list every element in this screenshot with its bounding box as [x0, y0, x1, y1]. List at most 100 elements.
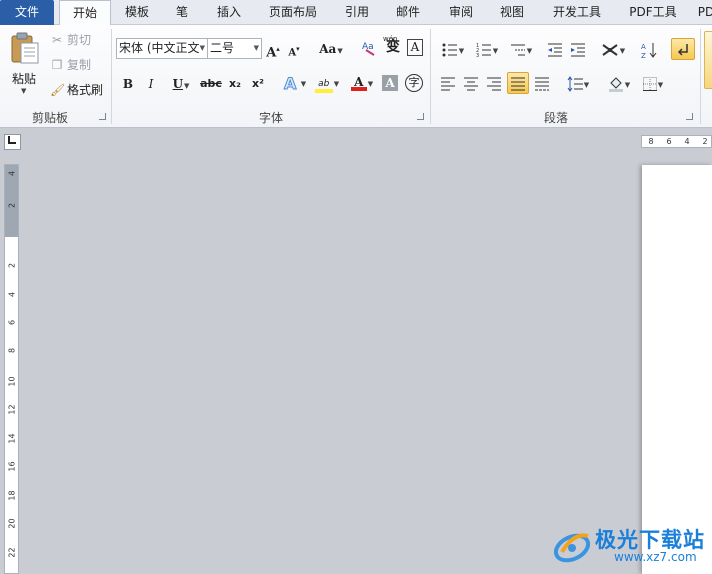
text-effects-button[interactable]: A ▼ — [279, 72, 309, 93]
group-divider — [700, 29, 701, 124]
tab-pdf-tools[interactable]: PDF工具 — [622, 0, 684, 25]
font-color-button[interactable]: A ▼ — [346, 72, 378, 92]
numbering-button[interactable]: 1 2 3 ▼ — [472, 39, 502, 59]
font-name-select[interactable]: 宋体 (中文正文 ▼ — [116, 38, 208, 59]
align-center-icon — [464, 77, 478, 90]
tab-view[interactable]: 视图 — [491, 0, 533, 25]
align-center-button[interactable] — [461, 73, 481, 93]
align-left-icon — [441, 77, 455, 90]
increase-indent-button[interactable] — [568, 39, 588, 59]
tab-references[interactable]: 引用 — [336, 0, 378, 25]
tab-pen[interactable]: 笔 — [166, 0, 198, 25]
tab-home[interactable]: 开始 — [59, 0, 111, 26]
character-shading-button[interactable]: A — [382, 75, 398, 91]
tab-developer[interactable]: 开发工具 — [544, 0, 610, 25]
clear-formatting-icon: Aa — [362, 42, 375, 56]
grow-font-icon: A — [266, 45, 277, 61]
chevron-down-icon: ▼ — [333, 80, 340, 88]
ruler-tick: 22 — [7, 547, 17, 558]
paste-button[interactable]: 粘贴 ▼ — [4, 29, 44, 99]
svg-text:A: A — [641, 43, 646, 51]
tab-template[interactable]: 模板 — [115, 0, 159, 25]
font-color-swatch — [350, 87, 367, 91]
align-left-button[interactable] — [438, 73, 458, 93]
strikethrough-button[interactable]: abc — [200, 74, 222, 94]
phonetic-guide-button[interactable]: wén 变 — [383, 35, 403, 57]
ruler-tick: 10 — [7, 376, 17, 387]
ruler-tick: 4 — [684, 137, 690, 146]
tab-insert[interactable]: 插入 — [208, 0, 250, 25]
bold-button[interactable]: B — [119, 74, 137, 94]
ruler-tick: 8 — [648, 137, 654, 146]
chevron-down-icon: ▼ — [367, 80, 374, 88]
chinese-layout-button[interactable]: ▼ — [598, 39, 628, 59]
tab-file[interactable]: 文件 — [0, 0, 54, 25]
multilevel-list-button[interactable]: ▼ — [506, 39, 536, 59]
highlight-button[interactable]: ab ▼ — [311, 72, 343, 93]
subscript-button[interactable]: x₂ — [226, 74, 244, 94]
styles-gallery-edge[interactable] — [704, 31, 712, 89]
cut-button[interactable]: ✂ 剪切 — [50, 30, 91, 50]
svg-text:3: 3 — [476, 53, 479, 58]
chevron-down-icon: ▼ — [253, 44, 259, 52]
tab-pdf-more[interactable]: PD — [694, 0, 712, 25]
justify-button[interactable] — [507, 72, 529, 94]
numbered-list-icon: 123 — [476, 43, 491, 59]
font-name-value: 宋体 (中文正文 — [119, 41, 200, 55]
clear-formatting-button[interactable]: Aa — [359, 38, 379, 58]
change-case-button[interactable]: Aa▼ — [317, 39, 345, 59]
highlight-swatch — [314, 89, 333, 93]
svg-text:Z: Z — [641, 52, 646, 59]
bullet-list-icon — [442, 43, 457, 56]
font-size-select[interactable]: 二号 ▼ — [207, 38, 262, 59]
ruler-tick: 8 — [7, 347, 17, 354]
watermark-logo-icon — [553, 533, 591, 563]
paste-label: 粘贴 — [12, 72, 37, 86]
chinese-layout-icon — [602, 43, 618, 56]
tab-page-layout[interactable]: 页面布局 — [262, 0, 324, 25]
shading-button[interactable]: ▼ — [604, 73, 634, 93]
align-right-button[interactable] — [484, 73, 504, 93]
vertical-ruler[interactable]: 4 2 2 4 6 8 10 12 14 16 18 20 22 — [4, 164, 19, 574]
chevron-down-icon: ▼ — [526, 47, 533, 55]
chevron-down-icon: ▼ — [21, 87, 27, 95]
copy-button[interactable]: ❐ 复制 — [50, 55, 91, 75]
shrink-font-button[interactable]: A▾ — [286, 39, 302, 59]
text-effects-icon: A — [283, 73, 297, 93]
ruler-tick: 18 — [7, 490, 17, 501]
italic-button[interactable]: I — [142, 74, 160, 94]
paragraph-launcher-icon[interactable] — [686, 113, 693, 120]
borders-button[interactable]: ▼ — [638, 73, 668, 93]
document-page[interactable] — [642, 165, 712, 574]
decrease-indent-button[interactable] — [545, 39, 565, 59]
tab-selector-button[interactable] — [4, 134, 21, 150]
brush-icon: 🖌 — [50, 83, 66, 97]
distributed-button[interactable] — [532, 73, 552, 93]
underline-button[interactable]: U▼ — [166, 74, 196, 94]
paragraph-mark-icon — [677, 43, 688, 56]
clipboard-launcher-icon[interactable] — [99, 113, 106, 120]
ruler-tick: 2 — [702, 137, 708, 146]
font-size-value: 二号 — [210, 41, 235, 55]
superscript-button[interactable]: x² — [249, 74, 267, 94]
horizontal-ruler[interactable]: 8 6 4 2 — [641, 135, 712, 148]
sort-button[interactable]: AZ — [639, 39, 659, 60]
tab-mailings[interactable]: 邮件 — [387, 0, 429, 25]
font-launcher-icon[interactable] — [417, 113, 424, 120]
copy-icon: ❐ — [51, 58, 63, 72]
ruler-tick: 4 — [7, 170, 17, 177]
chevron-down-icon: ▼ — [458, 47, 465, 55]
bullets-button[interactable]: ▼ — [438, 39, 468, 59]
line-spacing-button[interactable]: ▼ — [563, 73, 593, 93]
chevron-down-icon: ▼ — [657, 81, 664, 89]
align-right-icon — [487, 77, 501, 90]
tab-review[interactable]: 审阅 — [440, 0, 482, 25]
enclose-characters-button[interactable]: 字 — [405, 74, 423, 92]
font-color-icon: A — [350, 72, 367, 92]
show-marks-button[interactable] — [671, 38, 695, 60]
ruler-tick: 14 — [7, 433, 17, 444]
character-border-button[interactable]: A — [407, 39, 423, 56]
grow-font-button[interactable]: A▴ — [265, 39, 281, 61]
cut-label: 剪切 — [67, 33, 92, 47]
format-painter-button[interactable]: 🖌 格式刷 — [50, 80, 103, 100]
